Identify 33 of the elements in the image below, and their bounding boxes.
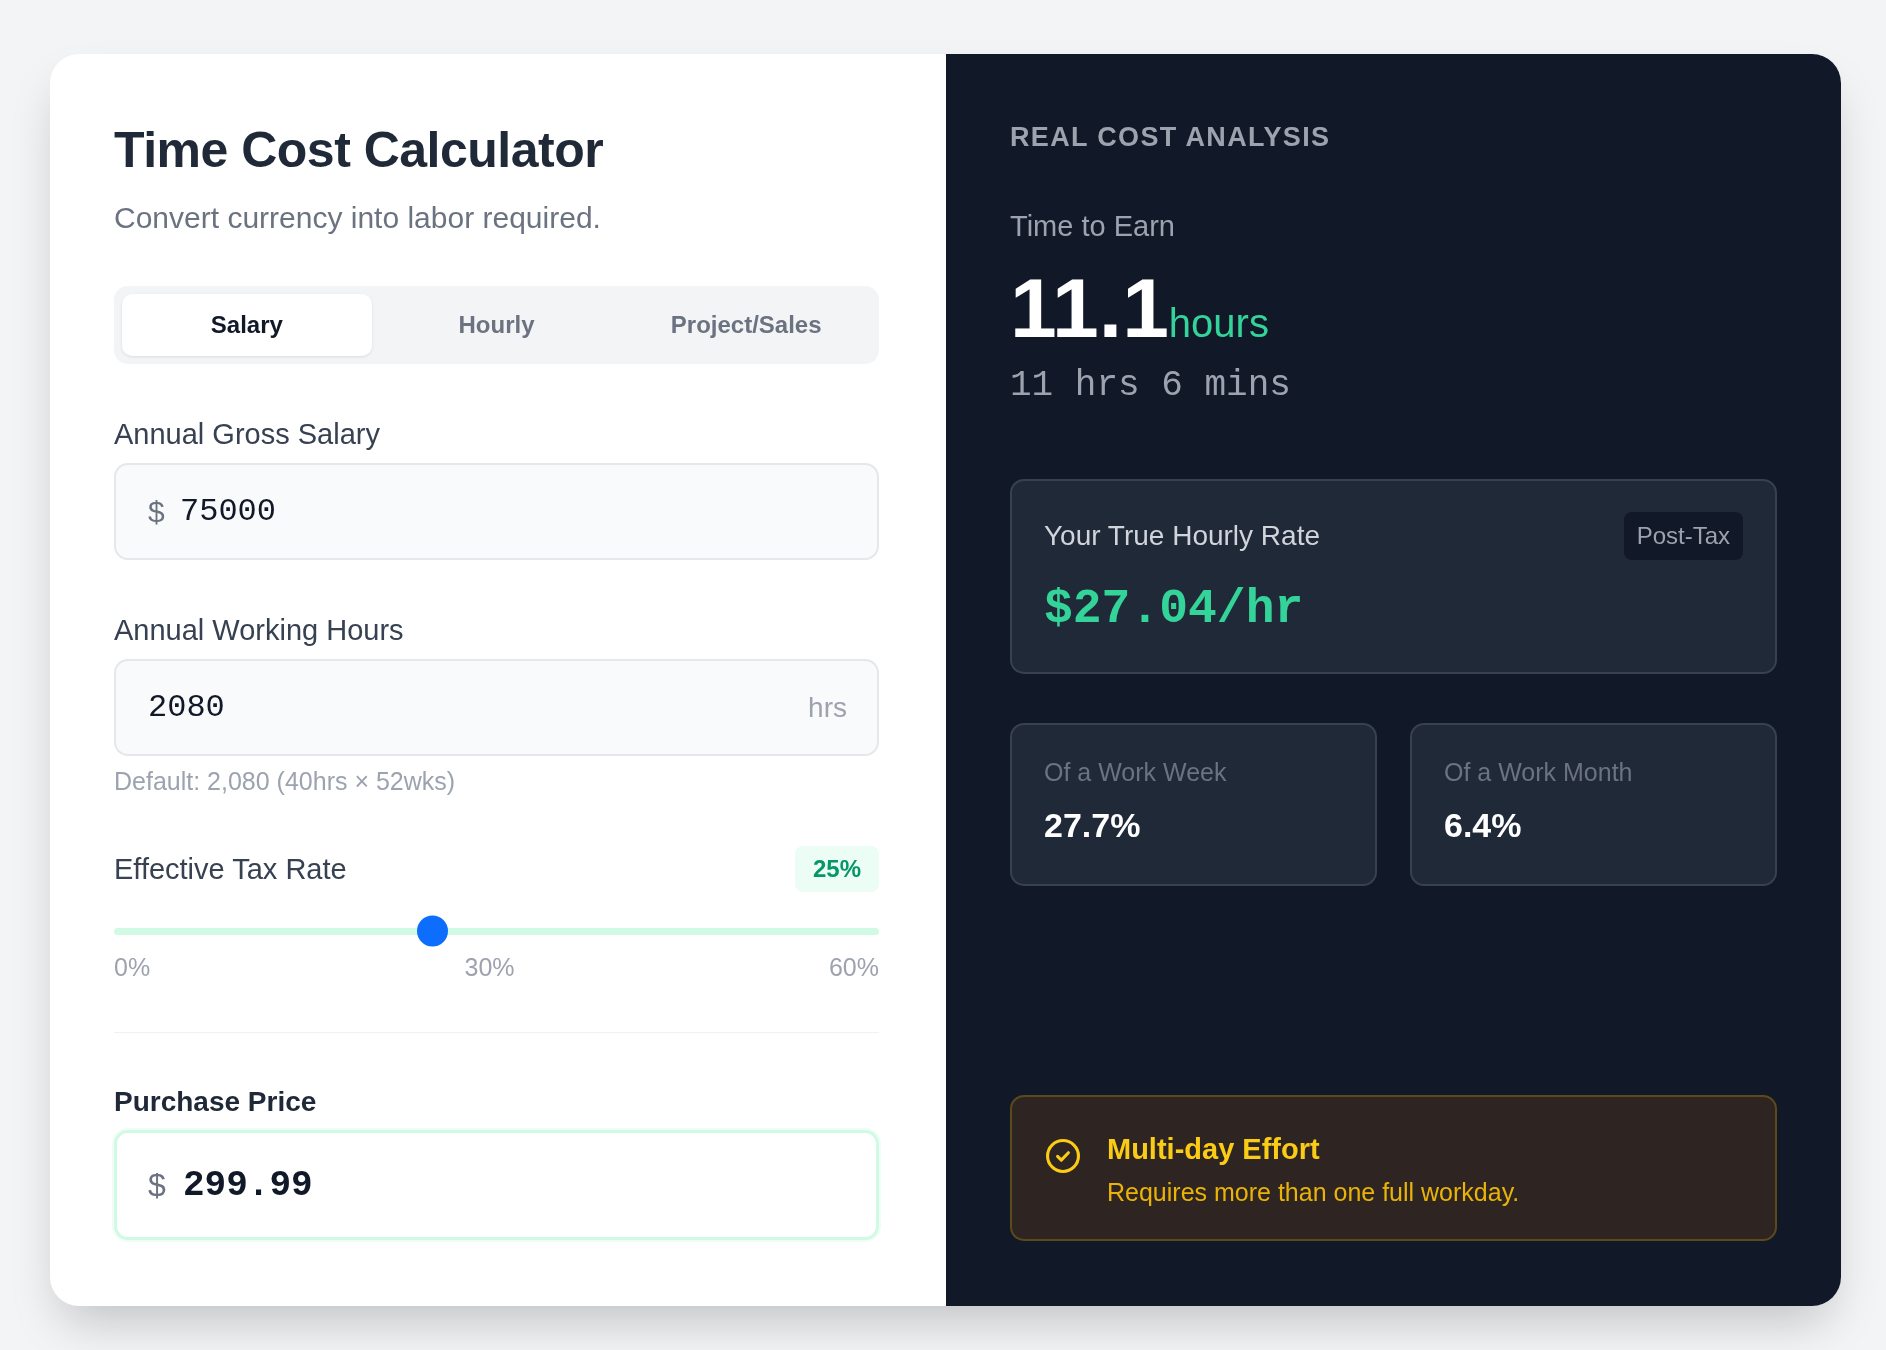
unit-label: hours (1168, 303, 1269, 343)
alert-title: Multi-day Effort (1107, 1132, 1321, 1167)
stat-value: 6.4% (1444, 807, 1523, 843)
tab[interactable]: Salary (122, 294, 372, 356)
tick-label: 60% (828, 952, 879, 982)
check-circle-icon (1046, 1139, 1080, 1173)
page-title: Time Cost Calculator (114, 121, 605, 180)
time-breakdown: 11 hrs 6 mins (1010, 366, 1292, 406)
tab[interactable]: Hourly (371, 294, 622, 356)
page-subtitle: Convert currency into labor required. (114, 200, 602, 236)
stat-label: Of a Work Week (1044, 757, 1228, 788)
metric-label: Time to Earn (1010, 209, 1176, 244)
slider-thumb[interactable] (417, 915, 449, 947)
rate-label: Your True Hourly Rate (1044, 519, 1320, 553)
tab[interactable]: Project/Sales (621, 294, 871, 356)
tick-label: 30% (464, 952, 515, 982)
stat-value: 27.7% (1044, 807, 1142, 843)
percent-badge: 25% (794, 846, 879, 892)
metric-value: 11.1 (1010, 266, 1169, 350)
field-label: Annual Working Hours (114, 613, 405, 648)
helper-text: Default: 2,080 (40hrs × 52wks) (114, 766, 457, 797)
tick-label: 0% (114, 952, 151, 982)
alert-message: Requires more than one full workday. (1107, 1177, 1520, 1208)
stat-label: Of a Work Month (1444, 757, 1634, 788)
unit-suffix: hrs (808, 690, 847, 725)
rate-badge: Post-Tax (1623, 512, 1743, 560)
field-label: Effective Tax Rate (114, 852, 347, 887)
currency-prefix: $ (148, 493, 165, 530)
field-label: Annual Gross Salary (114, 417, 381, 452)
section-heading: REAL COST ANALYSIS (1010, 121, 1332, 154)
field-label: Purchase Price (114, 1085, 318, 1119)
rate-value: $27.04/hr (1044, 581, 1305, 637)
currency-prefix: $ (148, 1166, 166, 1204)
